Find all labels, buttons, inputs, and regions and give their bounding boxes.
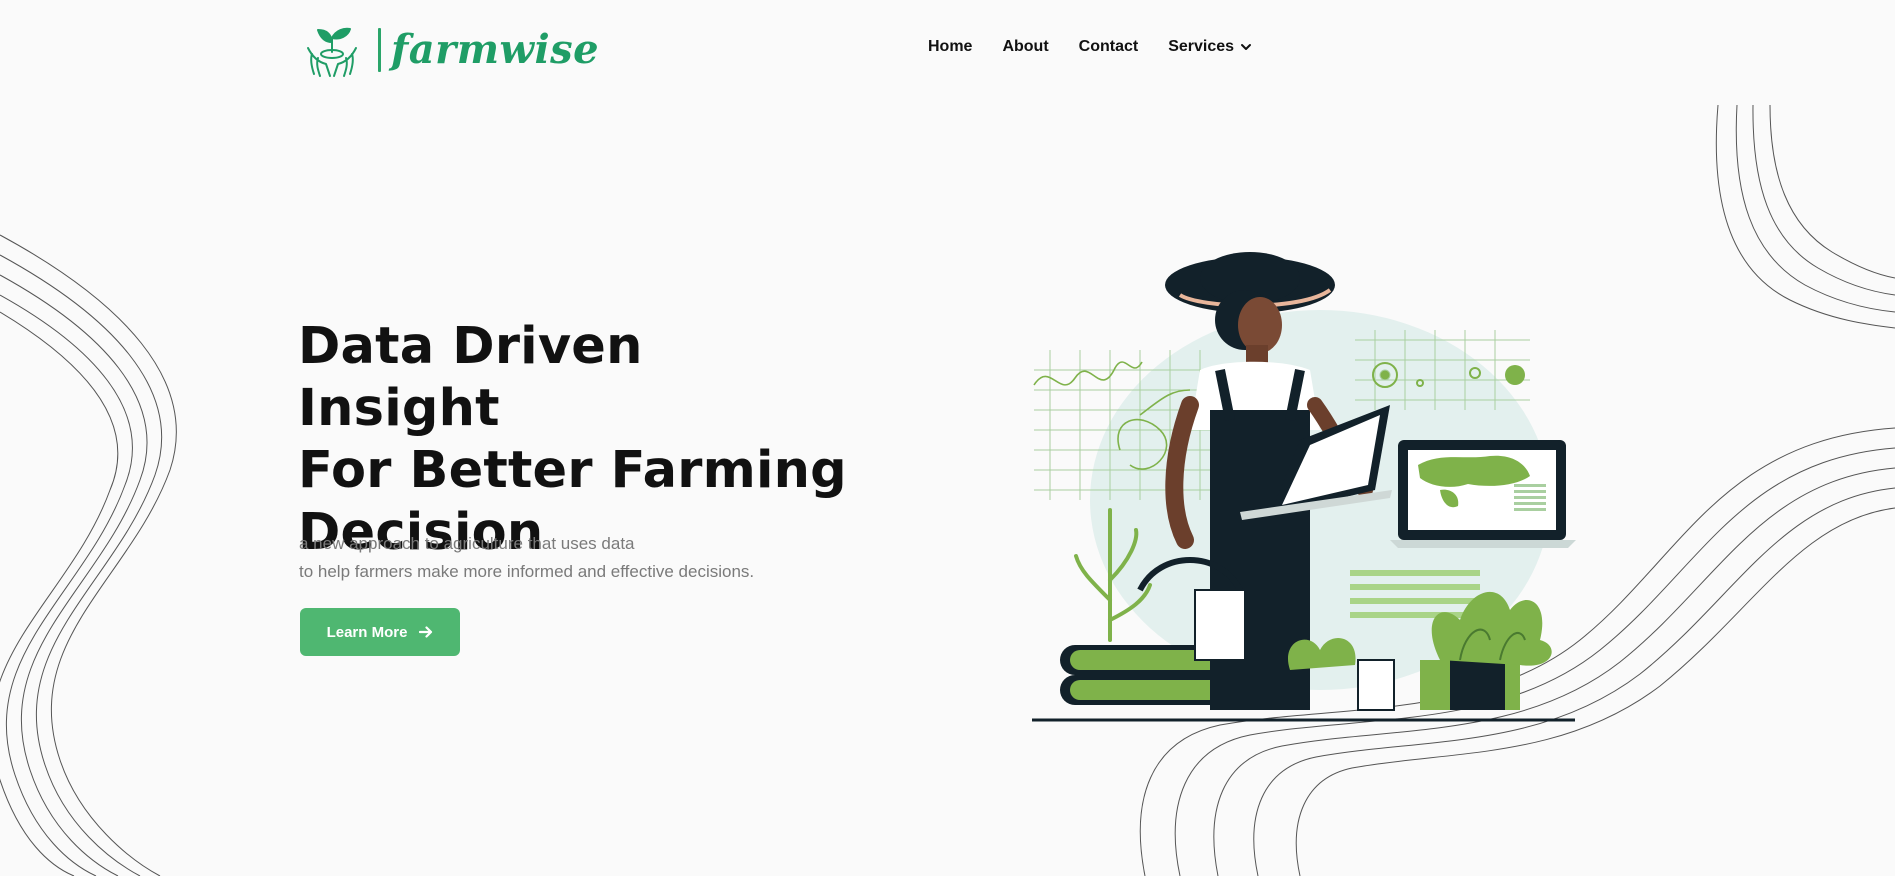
main-nav: Home About Contact Services	[928, 38, 1252, 56]
hero-title-line-1: Data Driven Insight	[298, 317, 643, 438]
nav-about-label: About	[1002, 38, 1049, 55]
hero-subtitle-line-2: to help farmers make more informed and e…	[299, 562, 755, 581]
arrow-right-icon	[419, 626, 433, 638]
sprout-hands-icon	[307, 27, 357, 77]
logo-divider	[378, 28, 381, 72]
chevron-down-icon	[1241, 44, 1252, 50]
nav-about[interactable]: About	[1002, 38, 1048, 56]
hero-title-line-2: For Better Farming	[298, 441, 847, 500]
nav-contact-label: Contact	[1078, 38, 1139, 55]
brand-name: farmwise	[391, 26, 600, 73]
farmer-with-laptop-illustration	[1032, 252, 1576, 722]
learn-more-button[interactable]: Learn More	[300, 608, 460, 656]
hero-title: Data Driven Insight For Better Farming D…	[298, 316, 858, 564]
hero-subtitle: a new approach to agriculture that uses …	[299, 530, 859, 586]
hero-subtitle-line-1: a new approach to agriculture that uses …	[299, 534, 635, 553]
nav-contact[interactable]: Contact	[1079, 38, 1139, 56]
nav-home-label: Home	[928, 38, 973, 55]
decorative-wave-lines	[0, 104, 1895, 876]
learn-more-label: Learn More	[326, 623, 408, 641]
site-header: farmwise Home About Contact Services	[0, 0, 1895, 100]
nav-services-label: Services	[1168, 38, 1235, 55]
brand-logo[interactable]: farmwise	[300, 18, 599, 82]
nav-services-dropdown[interactable]: Services	[1168, 38, 1252, 56]
nav-home[interactable]: Home	[928, 38, 972, 56]
